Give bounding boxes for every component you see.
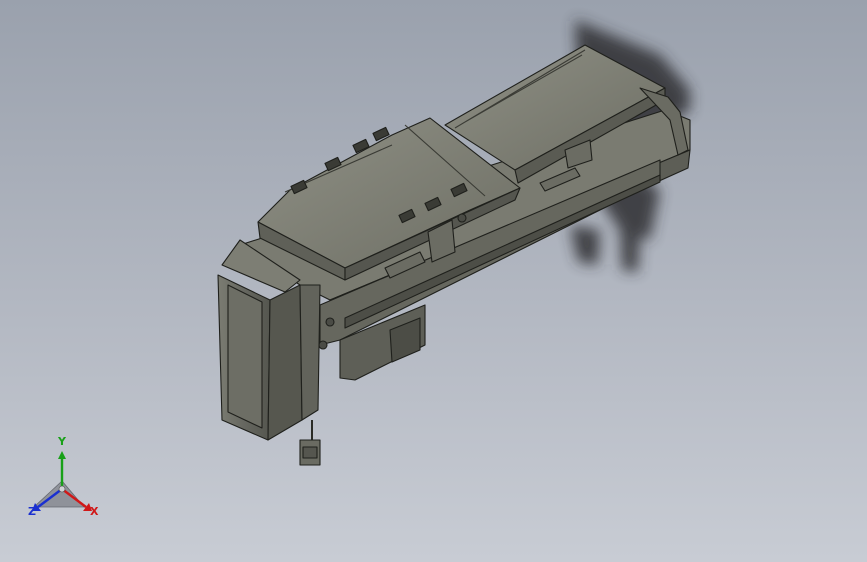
bolt-3 [457,213,467,223]
orientation-triad[interactable]: Y X Z [22,435,112,525]
motor-housing-face [227,284,263,429]
y-arrowhead [58,451,66,459]
motor-housing-side [267,284,303,441]
y-axis-label: Y [58,435,66,448]
x-axis-label: X [90,505,99,518]
cad-model-viewport[interactable] [0,0,867,562]
z-axis-label: Z [28,505,36,518]
bolt-2 [325,317,335,327]
actuator-model[interactable] [217,44,691,466]
triad-origin [58,485,66,493]
bolt-1 [318,340,328,350]
motor-flange [299,284,321,421]
connector-tab [302,446,318,459]
